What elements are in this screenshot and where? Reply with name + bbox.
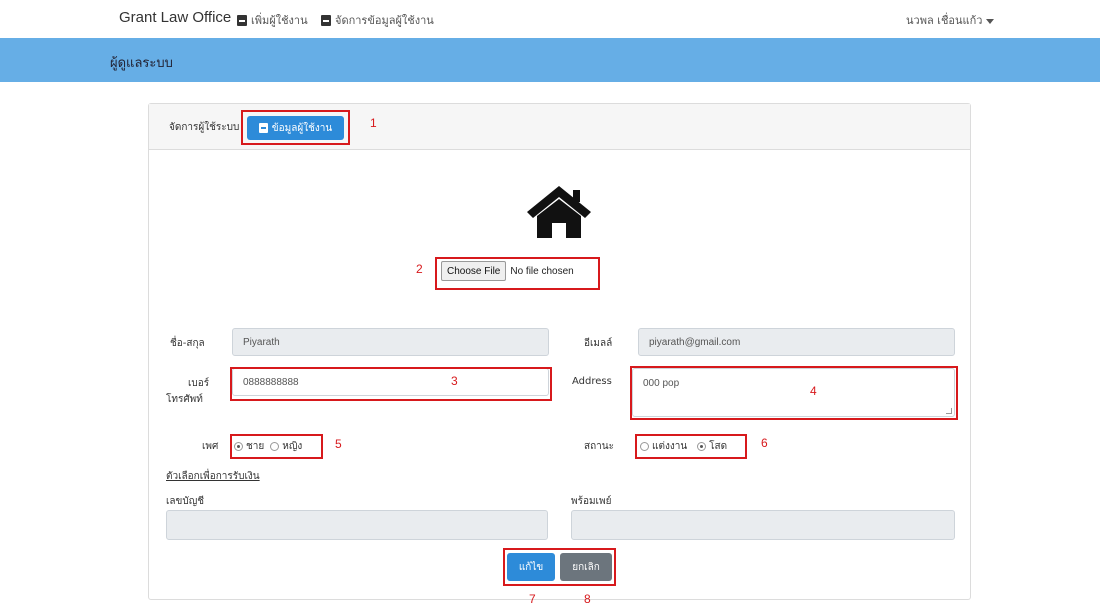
nav-manage-users[interactable]: จัดการข้อมูลผู้ใช้งาน <box>321 11 434 29</box>
brand-link[interactable]: Grant Law Office <box>119 9 231 26</box>
annotation-box-7-8 <box>503 548 616 586</box>
annotation-number-2: 2 <box>416 262 423 276</box>
page-title: ผู้ดูแลระบบ <box>110 56 173 71</box>
annotation-box-5 <box>230 434 323 459</box>
annotation-number-7: 7 <box>529 592 536 606</box>
nav-add-user[interactable]: เพิ่มผู้ใช้งาน <box>237 11 308 29</box>
id-card-icon <box>321 14 331 26</box>
annotation-number-5: 5 <box>335 437 342 451</box>
promptpay-field[interactable] <box>571 510 955 540</box>
id-card-icon <box>237 14 247 26</box>
annotation-box-3 <box>230 367 552 401</box>
gender-label: เพศ <box>202 441 219 452</box>
annotation-number-1: 1 <box>370 116 377 130</box>
caret-down-icon <box>986 18 995 24</box>
annotation-number-6: 6 <box>761 436 768 450</box>
name-field[interactable]: Piyarath <box>232 328 549 356</box>
nav-add-user-label: เพิ่มผู้ใช้งาน <box>251 14 308 27</box>
address-label: Address <box>572 376 612 387</box>
annotation-box-1 <box>241 110 350 145</box>
name-label: ชื่อ-สกุล <box>170 338 205 349</box>
annotation-box-2 <box>435 257 600 290</box>
home-icon <box>527 186 591 238</box>
phone-label-line1: เบอร์ <box>188 378 210 389</box>
account-number-field[interactable] <box>166 510 548 540</box>
annotation-number-8: 8 <box>584 592 591 606</box>
top-navbar: Grant Law Office เพิ่มผู้ใช้งาน จัดการข้… <box>0 0 1100 38</box>
annotation-box-6 <box>635 434 747 459</box>
promptpay-label: พร้อมเพย์ <box>571 496 612 507</box>
email-label: อีเมลล์ <box>584 338 613 349</box>
payment-options-heading: ตัวเลือกเพื่อการรับเงิน <box>166 471 260 482</box>
user-menu-dropdown[interactable]: นวพล เชื่อนแก้ว <box>906 11 995 29</box>
account-number-label: เลขบัญชี <box>166 496 205 507</box>
card-header-label: จัดการผู้ใช้ระบบ <box>169 122 240 133</box>
status-label: สถานะ <box>584 441 614 452</box>
nav-manage-users-label: จัดการข้อมูลผู้ใช้งาน <box>335 14 434 27</box>
email-field[interactable]: piyarath@gmail.com <box>638 328 955 356</box>
annotation-number-4: 4 <box>810 384 817 398</box>
phone-label-line2: โทรศัพท์ <box>166 394 203 405</box>
page-header-band: ผู้ดูแลระบบ <box>0 38 1100 82</box>
annotation-box-4 <box>630 366 958 420</box>
annotation-number-3: 3 <box>451 374 458 388</box>
user-name: นวพล เชื่อนแก้ว <box>906 14 983 27</box>
